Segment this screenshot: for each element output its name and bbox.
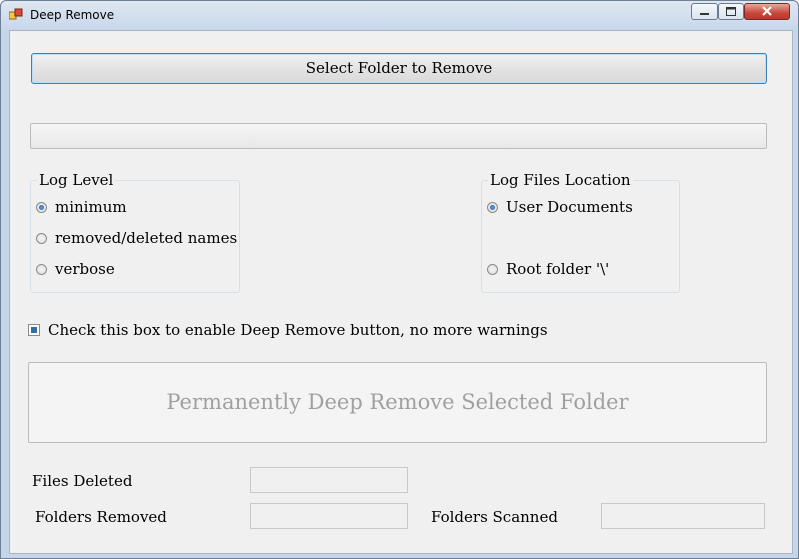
radio-button[interactable] <box>36 201 47 213</box>
enable-deep-remove-checkbox[interactable]: Check this box to enable Deep Remove but… <box>28 321 548 339</box>
radio-removed-deleted-names[interactable]: removed/deleted names <box>36 228 237 248</box>
deep-remove-button[interactable]: Permanently Deep Remove Selected Folder <box>28 362 767 443</box>
app-window: Deep Remove Select Folder to Remove Log … <box>0 0 799 559</box>
radio-label: verbose <box>55 260 115 278</box>
radio-label: removed/deleted names <box>55 229 238 247</box>
radio-root-folder[interactable]: Root folder '\' <box>487 259 609 279</box>
close-button[interactable] <box>744 3 790 20</box>
radio-verbose[interactable]: verbose <box>36 259 115 279</box>
minimize-button[interactable] <box>691 3 718 20</box>
maximize-icon <box>726 7 736 16</box>
radio-button[interactable] <box>487 263 498 275</box>
radio-button[interactable] <box>36 232 47 244</box>
progress-bar <box>30 123 767 149</box>
log-location-legend: Log Files Location <box>488 171 633 189</box>
radio-button[interactable] <box>487 201 498 213</box>
app-icon <box>9 8 23 20</box>
folders-scanned-field <box>601 503 765 529</box>
radio-label: minimum <box>55 198 127 216</box>
files-deleted-field <box>250 467 408 493</box>
radio-user-documents[interactable]: User Documents <box>487 197 633 217</box>
checkbox-label: Check this box to enable Deep Remove but… <box>48 321 548 339</box>
log-level-group: Log Level minimum removed/deleted names … <box>30 171 240 293</box>
window-title: Deep Remove <box>30 8 115 22</box>
log-level-legend: Log Level <box>37 171 116 189</box>
title-bar[interactable]: Deep Remove <box>1 1 798 29</box>
folders-scanned-label: Folders Scanned <box>431 508 558 526</box>
close-icon <box>762 6 772 16</box>
folders-removed-label: Folders Removed <box>35 508 167 526</box>
radio-label: User Documents <box>506 198 633 216</box>
minimize-icon <box>700 13 709 15</box>
checkbox[interactable] <box>28 324 40 336</box>
main-panel: Select Folder to Remove Log Level minimu… <box>9 30 793 554</box>
select-folder-button[interactable]: Select Folder to Remove <box>31 53 767 84</box>
radio-minimum[interactable]: minimum <box>36 197 127 217</box>
radio-button[interactable] <box>36 263 47 275</box>
radio-label: Root folder '\' <box>506 260 610 278</box>
files-deleted-label: Files Deleted <box>32 472 133 490</box>
log-location-group: Log Files Location User Documents Root f… <box>481 171 680 293</box>
folders-removed-field <box>250 503 408 529</box>
maximize-button[interactable] <box>718 3 744 20</box>
